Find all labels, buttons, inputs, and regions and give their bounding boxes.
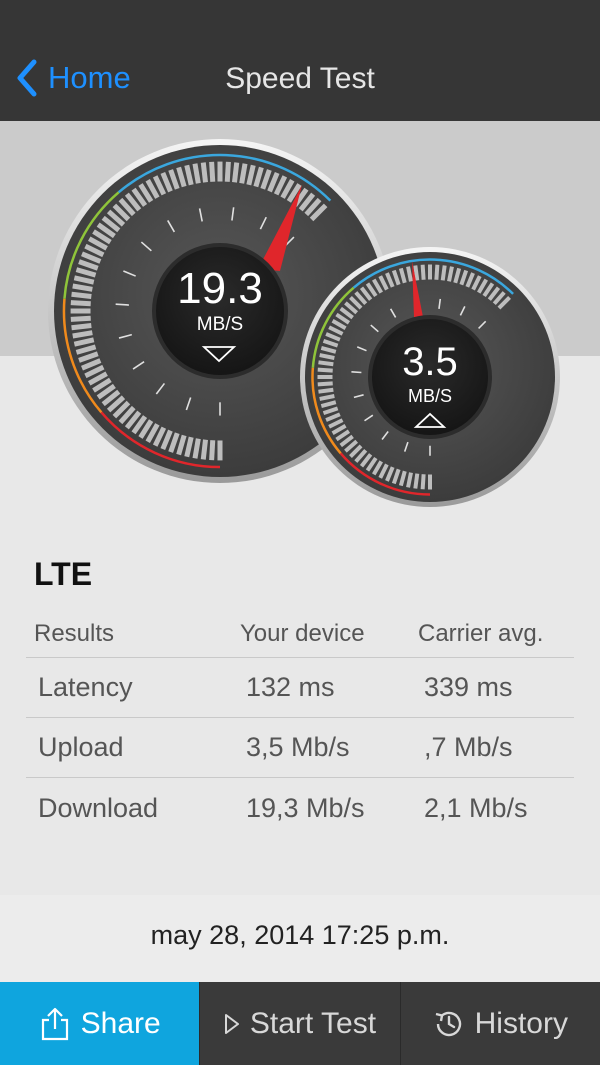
page-title: Speed Test [225, 62, 375, 95]
test-timestamp: may 28, 2014 17:25 p.m. [150, 920, 450, 950]
share-icon [39, 1007, 71, 1041]
history-button-label: History [474, 1006, 568, 1040]
table-row: Download 19,3 Mb/s 2,1 Mb/s [26, 778, 574, 838]
carrier-latency: 339 ms [424, 672, 513, 702]
metric-download: Download [38, 792, 159, 823]
results-table: Results Your device Carrier avg. Latency… [26, 610, 574, 838]
speed-gauges: 19.3 MB/S 3.5 MB/S [48, 139, 560, 507]
results-header-carrier: Carrier avg. [418, 619, 544, 647]
results-header-device: Your device [240, 619, 365, 647]
device-upload: 3,5 Mb/s [246, 732, 350, 762]
carrier-download: 2,1 Mb/s [424, 792, 528, 823]
share-button[interactable]: Share [0, 982, 200, 1065]
metric-upload: Upload [38, 732, 124, 762]
table-row: Latency 132 ms 339 ms [26, 658, 574, 718]
tab-bar: Share Start Test History [0, 982, 600, 1065]
history-button[interactable]: History [399, 982, 600, 1065]
start-test-button-label: Start Test [249, 1006, 377, 1040]
carrier-upload: ,7 Mb/s [424, 732, 513, 762]
upload-gauge: 3.5 MB/S [300, 247, 560, 507]
network-type: LTE [34, 556, 93, 592]
device-download: 19,3 Mb/s [246, 792, 365, 823]
device-latency: 132 ms [246, 672, 335, 702]
upload-speed-unit: MB/S [408, 386, 452, 406]
play-icon [224, 1013, 240, 1035]
download-speed-value: 19.3 [177, 264, 263, 313]
metric-latency: Latency [38, 672, 133, 702]
table-row: Upload 3,5 Mb/s ,7 Mb/s [26, 718, 574, 778]
start-test-button[interactable]: Start Test [199, 982, 399, 1065]
share-button-label: Share [80, 1006, 161, 1040]
navigation-bar: Home Speed Test [0, 0, 600, 121]
results-header-metric: Results [34, 619, 115, 647]
history-icon [433, 1008, 465, 1040]
upload-speed-value: 3.5 [402, 340, 458, 384]
results-header-row: Results Your device Carrier avg. [26, 610, 574, 658]
download-speed-unit: MB/S [197, 314, 243, 335]
